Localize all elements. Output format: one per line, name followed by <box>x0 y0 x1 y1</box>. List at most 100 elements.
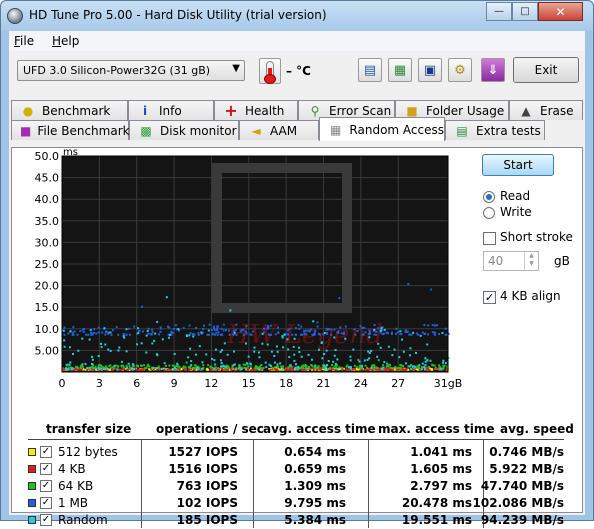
tab-disk-monitor[interactable]: ▩ Disk monitor <box>129 120 239 140</box>
data-point <box>103 327 106 330</box>
maximize-button[interactable]: □ <box>512 2 538 21</box>
data-point <box>164 368 167 371</box>
close-button[interactable]: ✕ <box>538 2 583 21</box>
tab-extra-tests[interactable]: ▤ Extra tests <box>445 120 545 140</box>
data-point <box>220 362 223 365</box>
series-checkbox[interactable]: ✓ <box>40 480 52 492</box>
data-point <box>276 363 279 366</box>
data-point <box>118 368 121 371</box>
copy-info-button[interactable]: ▤ <box>358 58 382 82</box>
y-tick-label: 5.00 <box>35 344 60 357</box>
data-point <box>277 331 280 334</box>
tab-info[interactable]: i Info <box>128 100 214 120</box>
header-avg-access: avg. access time <box>263 422 376 436</box>
data-point <box>356 366 359 369</box>
save-icon: ▣ <box>423 62 437 78</box>
data-point <box>190 364 193 367</box>
data-point <box>431 331 434 334</box>
start-button[interactable]: Start <box>482 154 554 176</box>
data-point <box>235 333 238 336</box>
tab-aam[interactable]: ◄ AAM <box>239 120 319 140</box>
cell-ops: 1516 IOPS <box>168 462 238 476</box>
data-point <box>122 366 125 369</box>
download-button[interactable]: ⇓ <box>481 58 505 82</box>
options-button[interactable]: ⚙ <box>448 58 472 82</box>
data-point <box>375 366 378 369</box>
copy-screenshot-button[interactable]: ▦ <box>388 58 412 82</box>
menu-help[interactable]: Help <box>52 34 79 48</box>
series-checkbox[interactable]: ✓ <box>40 463 52 475</box>
data-point <box>239 330 242 333</box>
data-point <box>423 367 426 370</box>
series-checkbox[interactable]: ✓ <box>40 514 52 526</box>
data-point <box>115 364 118 367</box>
data-point <box>368 357 371 360</box>
data-point <box>172 364 175 367</box>
data-point <box>423 332 426 335</box>
download-icon: ⇓ <box>487 62 499 78</box>
align-checkbox[interactable]: ✓ <box>483 291 496 304</box>
tab-benchmark[interactable]: ● Benchmark <box>11 100 128 120</box>
client-area: File Help UFD 3.0 Silicon-Power32G (31 g… <box>9 31 585 528</box>
checkmark-icon: ✓ <box>41 497 51 508</box>
exit-button[interactable]: Exit <box>513 57 579 83</box>
data-point <box>312 320 315 323</box>
tab-health[interactable]: + Health <box>214 100 298 120</box>
data-point <box>405 362 408 365</box>
data-point <box>210 329 213 332</box>
data-point <box>312 368 315 371</box>
short-stroke-checkbox[interactable] <box>483 232 496 245</box>
data-point <box>377 359 380 362</box>
data-point <box>174 366 177 369</box>
data-point <box>250 366 253 369</box>
data-point <box>439 368 442 371</box>
data-point <box>146 364 149 367</box>
data-point <box>161 338 164 341</box>
data-point <box>219 359 222 362</box>
app-disk-icon <box>7 8 23 24</box>
data-point <box>233 331 236 334</box>
tab-erase[interactable]: ▲ Erase <box>509 100 583 120</box>
series-checkbox[interactable]: ✓ <box>40 446 52 458</box>
series-checkbox[interactable]: ✓ <box>40 497 52 509</box>
aam-icon: ◄ <box>251 123 261 138</box>
data-point <box>303 332 306 335</box>
header-transfer-size: transfer size <box>46 422 132 436</box>
menu-file[interactable]: File <box>14 34 34 48</box>
tab-random-access[interactable]: ▦ Random Access <box>319 117 445 141</box>
save-button[interactable]: ▣ <box>418 58 442 82</box>
header-operations: operations / sec <box>156 422 264 436</box>
cell-avg-access: 0.654 ms <box>284 445 346 459</box>
series-color-swatch <box>28 516 36 524</box>
x-tick-label: 0 <box>59 377 66 390</box>
spinner-arrows-icon[interactable]: ▲ ▼ <box>524 252 538 270</box>
data-point <box>286 333 289 336</box>
data-point <box>386 332 389 335</box>
data-point <box>125 333 128 336</box>
data-point <box>398 356 401 359</box>
data-point <box>170 330 173 333</box>
x-tick-label: 9 <box>171 377 178 390</box>
data-point <box>286 338 289 341</box>
write-radio[interactable] <box>483 207 495 219</box>
cell-size: 1 MB <box>58 496 89 510</box>
data-point <box>413 368 416 371</box>
data-point <box>314 366 317 369</box>
drive-dropdown[interactable]: UFD 3.0 Silicon-Power32G (31 gB) ▼ <box>17 60 245 81</box>
x-tick-label: 18 <box>279 377 293 390</box>
data-point <box>261 342 264 345</box>
data-point <box>334 349 337 352</box>
data-point <box>421 366 424 369</box>
short-stroke-spinner[interactable]: 40 ▲ ▼ <box>483 251 539 271</box>
data-point <box>377 327 380 330</box>
data-point <box>310 358 313 361</box>
data-point <box>82 330 85 333</box>
read-radio[interactable] <box>483 191 495 203</box>
data-point <box>200 367 203 370</box>
data-point <box>184 366 187 369</box>
data-point <box>377 342 380 345</box>
tab-file-benchmark[interactable]: ■ File Benchmark <box>11 120 130 140</box>
minimize-button[interactable]: — <box>486 2 512 21</box>
data-point <box>245 332 248 335</box>
data-point <box>192 335 195 338</box>
